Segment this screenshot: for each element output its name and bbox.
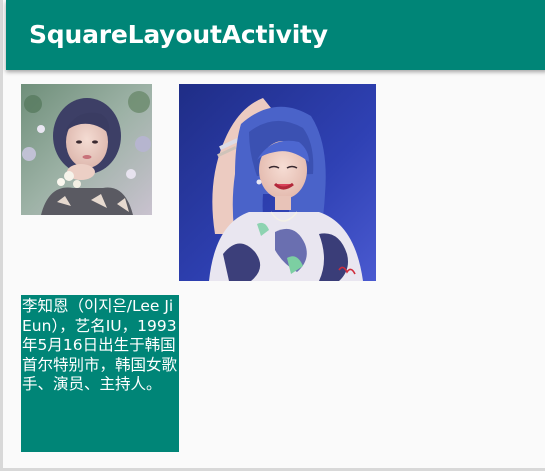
app-window: SquareLayoutActivity 李知恩（이지은/Lee Ji Eun）… [0, 0, 545, 471]
photo-large-image [179, 84, 376, 281]
bio-text-block: 李知恩（이지은/Lee Ji Eun），艺名IU，1993年5月16日出生于韩国… [21, 295, 179, 452]
app-bar: SquareLayoutActivity [6, 0, 545, 70]
portrait-photo-small [21, 84, 152, 215]
photo-small-image [21, 84, 152, 215]
app-bar-title: SquareLayoutActivity [29, 20, 328, 49]
portrait-photo-large [179, 84, 376, 281]
